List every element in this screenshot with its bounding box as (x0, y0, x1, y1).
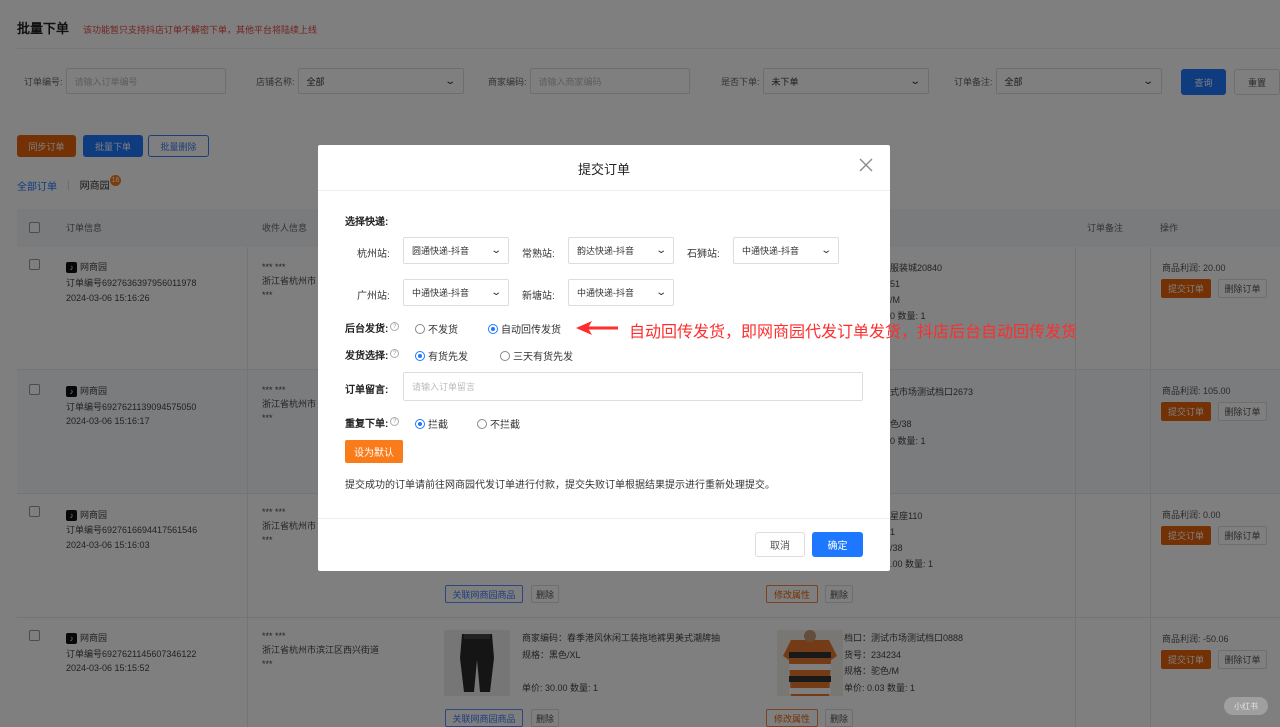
radio-no-ship[interactable]: 不发货 (415, 321, 458, 336)
radio-icon (415, 323, 425, 334)
duplicate-text: 重复下单: (345, 419, 389, 430)
station-shishi-label: 石狮站: (687, 249, 720, 260)
station-hangzhou-select[interactable]: 圆通快递-抖音 ⌄ (403, 237, 509, 264)
message-label: 订单留言: (345, 385, 389, 396)
station-shishi-value: 中通快递-抖音 (742, 246, 799, 256)
ship-choice-label: 发货选择:? (345, 347, 400, 362)
station-guangzhou-select[interactable]: 中通快递-抖音 ⌄ (403, 279, 509, 306)
express-label: 选择快递: (345, 217, 389, 228)
station-guangzhou-label: 广州站: (357, 291, 390, 302)
station-xintang-label: 新塘站: (522, 291, 555, 302)
radio-no-intercept-label: 不拦截 (490, 420, 520, 431)
chevron-down-icon: ⌄ (819, 245, 832, 256)
radio-icon (477, 418, 487, 429)
message-input[interactable]: 请输入订单留言 (403, 372, 863, 401)
radio-checked-icon (488, 323, 498, 334)
station-guangzhou-value: 中通快递-抖音 (412, 288, 469, 298)
submit-order-dialog: 提交订单 选择快递: 杭州站: 圆通快递-抖音 ⌄ 常熟站: 韵达快递-抖音 ⌄… (318, 145, 890, 571)
backend-ship-text: 后台发货: (345, 324, 389, 335)
chevron-down-icon: ⌄ (654, 287, 667, 298)
radio-ship-three-days-label: 三天有货先发 (513, 352, 573, 363)
radio-no-ship-label: 不发货 (428, 325, 458, 336)
station-hangzhou-value: 圆通快递-抖音 (412, 246, 469, 256)
submit-note: 提交成功的订单请前往网商园代发订单进行付款，提交失败订单根据结果提示进行重新处理… (345, 480, 775, 491)
radio-intercept-label: 拦截 (428, 420, 448, 431)
dialog-footer-divider (318, 518, 890, 519)
chevron-down-icon: ⌄ (489, 287, 502, 298)
help-icon[interactable]: ? (390, 416, 400, 426)
radio-ship-three-days[interactable]: 三天有货先发 (500, 348, 573, 363)
help-icon[interactable]: ? (390, 321, 400, 331)
set-default-button[interactable]: 设为默认 (345, 440, 403, 463)
chevron-down-icon: ⌄ (654, 245, 667, 256)
radio-icon (500, 350, 510, 361)
radio-checked-icon (415, 418, 425, 429)
station-changshu-label: 常熟站: (522, 249, 555, 260)
dialog-divider (318, 190, 890, 191)
close-icon[interactable] (858, 157, 874, 173)
radio-intercept[interactable]: 拦截 (415, 416, 448, 431)
cancel-button[interactable]: 取消 (755, 532, 805, 557)
station-xintang-select[interactable]: 中通快递-抖音 ⌄ (568, 279, 674, 306)
radio-checked-icon (415, 350, 425, 361)
station-hangzhou-label: 杭州站: (357, 249, 390, 260)
radio-auto-ship[interactable]: 自动回传发货 (488, 321, 561, 336)
radio-ship-in-stock[interactable]: 有货先发 (415, 348, 468, 363)
ship-choice-text: 发货选择: (345, 351, 389, 362)
radio-no-intercept[interactable]: 不拦截 (477, 416, 520, 431)
help-icon[interactable]: ? (390, 348, 400, 358)
duplicate-label: 重复下单:? (345, 415, 400, 430)
chevron-down-icon: ⌄ (489, 245, 502, 256)
station-shishi-select[interactable]: 中通快递-抖音 ⌄ (733, 237, 839, 264)
watermark: 小红书 (1224, 697, 1268, 715)
annotation-arrow-icon (576, 321, 618, 335)
radio-auto-ship-label: 自动回传发货 (501, 325, 561, 336)
radio-ship-in-stock-label: 有货先发 (428, 352, 468, 363)
station-changshu-select[interactable]: 韵达快递-抖音 ⌄ (568, 237, 674, 264)
confirm-button[interactable]: 确定 (812, 532, 863, 557)
backend-ship-label: 后台发货:? (345, 320, 400, 335)
station-changshu-value: 韵达快递-抖音 (577, 246, 634, 256)
dialog-title: 提交订单 (577, 162, 630, 177)
annotation-text: 自动回传发货，即网商园代发订单发货，抖店后台自动回传发货 (629, 324, 1078, 341)
station-xintang-value: 中通快递-抖音 (577, 288, 634, 298)
